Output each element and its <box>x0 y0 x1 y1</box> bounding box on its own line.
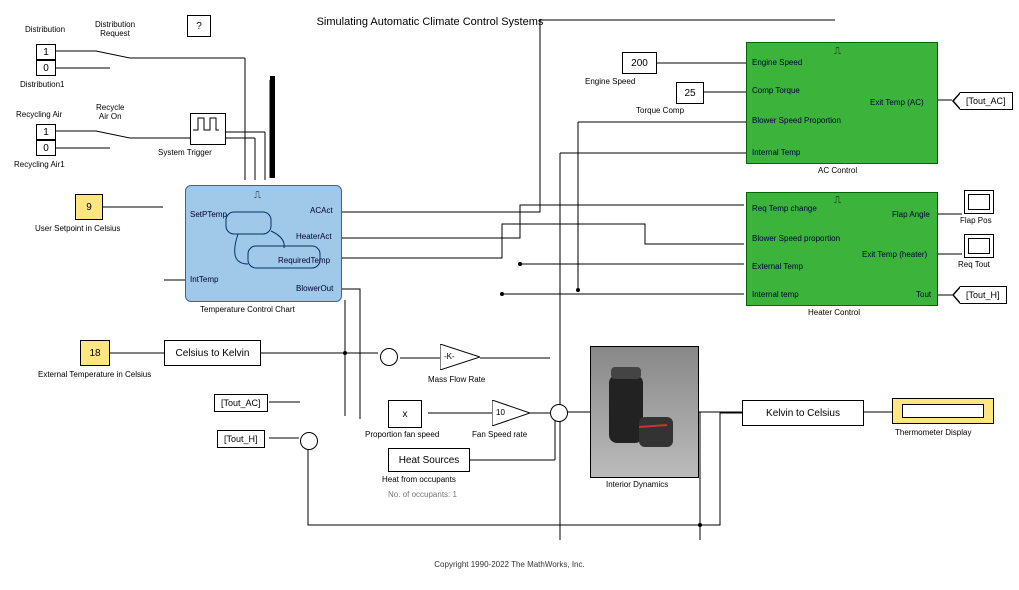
mux-bar <box>270 76 275 178</box>
user-setpoint-lbl: User Setpoint in Celsius <box>35 224 120 233</box>
fan-rate-lbl: Fan Speed rate <box>472 430 527 439</box>
recycle-on-lbl: Recycle Air On <box>96 103 124 121</box>
interior-lbl: Interior Dynamics <box>606 480 668 489</box>
port-acact: ACAct <box>310 206 333 215</box>
system-trigger-block[interactable] <box>190 113 226 145</box>
product-block[interactable]: x <box>388 400 422 428</box>
recy1-bot[interactable]: 0 <box>36 140 56 156</box>
ac-blow-p: Blower Speed Proportion <box>752 116 841 125</box>
copyright: Copyright 1990-2022 The MathWorks, Inc. <box>0 560 1019 569</box>
ac-exit: Exit Temp (AC) <box>870 98 924 107</box>
h-reqtc: Req Temp change <box>752 204 817 213</box>
reqtout-scope[interactable] <box>964 234 994 258</box>
recycling-air1-lbl: Recycling Air1 <box>14 160 65 169</box>
flap-lbl: Flap Pos <box>960 216 992 225</box>
reqtout-lbl: Req Tout <box>958 260 990 269</box>
from-tout-h[interactable]: [Tout_H] <box>217 430 265 448</box>
ext-temp-lbl: External Temperature in Celsius <box>38 370 151 379</box>
prop-fan-lbl: Proportion fan speed <box>365 430 439 439</box>
heat-occ-lbl: Heat from occupants <box>382 475 456 484</box>
sum3[interactable] <box>550 404 568 422</box>
c2k-block[interactable]: Celsius to Kelvin <box>164 340 261 366</box>
engine-const[interactable]: 200 <box>622 52 657 74</box>
dist1-top[interactable]: 1 <box>36 44 56 60</box>
goto-tout-ac[interactable]: [Tout_AC] <box>960 92 1013 110</box>
h-exith: Exit Temp (heater) <box>862 250 927 259</box>
sys-trigger-lbl: System Trigger <box>158 148 212 157</box>
recycling-air-lbl: Recycling Air <box>16 110 62 119</box>
h-blowp: Blower Speed proportion <box>752 234 840 243</box>
dist-req-label: Distribution Request <box>95 20 135 38</box>
ac-eng-spd: Engine Speed <box>752 58 802 67</box>
occupants-lbl: No. of occupants: 1 <box>388 490 457 499</box>
torque-const[interactable]: 25 <box>676 82 704 104</box>
engine-lbl: Engine Speed <box>585 77 635 86</box>
h-flap: Flap Angle <box>892 210 930 219</box>
torque-lbl: Torque Comp <box>636 106 684 115</box>
car-seat-icon <box>591 347 698 477</box>
ac-ctrl-lbl: AC Control <box>818 166 857 175</box>
h-extt: External Temp <box>752 262 803 271</box>
port-reqtemp: RequiredTemp <box>278 256 330 265</box>
heater-ctrl-lbl: Heater Control <box>808 308 860 317</box>
port-setptemp: SetPTemp <box>190 210 227 219</box>
temp-chart-lbl: Temperature Control Chart <box>200 305 295 314</box>
interior-dynamics-block[interactable] <box>590 346 699 478</box>
diagram-title: Simulating Automatic Climate Control Sys… <box>300 16 560 28</box>
recy1-top[interactable]: 1 <box>36 124 56 140</box>
sum2[interactable] <box>380 348 398 366</box>
ac-comp-t: Comp Torque <box>752 86 800 95</box>
mass-flow-lbl: Mass Flow Rate <box>428 375 485 384</box>
trigger-icon: ⎍ <box>254 190 261 201</box>
sum1[interactable] <box>300 432 318 450</box>
k2c-block[interactable]: Kelvin to Celsius <box>742 400 864 426</box>
from-tout-ac[interactable]: [Tout_AC] <box>214 394 268 412</box>
user-setpoint-const[interactable]: 9 <box>75 194 103 220</box>
heat-sources-block[interactable]: Heat Sources <box>388 448 470 472</box>
goto-tout-h[interactable]: [Tout_H] <box>960 286 1007 304</box>
port-heater: HeaterAct <box>296 232 332 241</box>
distribution1-label: Distribution1 <box>20 80 64 89</box>
ext-temp-const[interactable]: 18 <box>80 340 110 366</box>
ac-trigger-icon: ⎍ <box>834 46 841 57</box>
ac-int-t: Internal Temp <box>752 148 800 157</box>
pulse-icon <box>191 114 221 134</box>
thermometer-display[interactable] <box>892 398 994 424</box>
h-intt: Internal temp <box>752 290 799 299</box>
h-tout: Tout <box>916 290 931 299</box>
gain-10[interactable]: 10 <box>492 400 530 426</box>
help-button[interactable]: ? <box>187 15 211 37</box>
gain-k[interactable]: -K- <box>440 344 480 370</box>
flap-scope[interactable] <box>964 190 994 214</box>
distribution-label: Distribution <box>25 25 65 34</box>
port-blower: BlowerOut <box>296 284 333 293</box>
thermo-lbl: Thermometer Display <box>895 428 971 437</box>
port-inttemp: IntTemp <box>190 275 218 284</box>
heater-trigger-icon: ⎍ <box>834 195 841 206</box>
dist1-bot[interactable]: 0 <box>36 60 56 76</box>
